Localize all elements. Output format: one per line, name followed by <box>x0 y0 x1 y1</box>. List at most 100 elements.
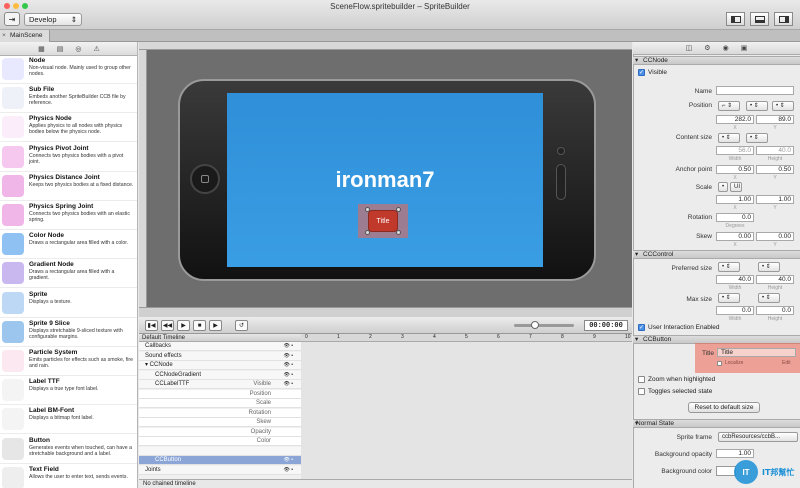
visibility-eye-icon[interactable]: 👁 • <box>284 361 294 370</box>
library-item-label-bm-font[interactable]: Label BM-Font Displays a bitmap font labe… <box>0 406 137 435</box>
toggles-selected-checkbox[interactable] <box>638 388 645 395</box>
code-connections-icon[interactable]: ⚙ <box>704 44 710 52</box>
anchor-y-field[interactable]: 0.50 <box>756 165 794 174</box>
content-w-unit-popup[interactable]: • ⇕ <box>718 133 740 143</box>
scale-lock-popup[interactable]: • <box>718 182 728 192</box>
loop-button[interactable]: ↺ <box>235 320 248 331</box>
jump-start-button[interactable]: ▮◀ <box>145 320 158 331</box>
resize-handle[interactable] <box>365 230 370 235</box>
preferred-width-field[interactable]: 40.0 <box>716 275 754 284</box>
position-unit-popup[interactable]: • ⇕ <box>772 101 794 111</box>
exit-icon[interactable]: ⇥ <box>4 12 20 26</box>
timeline-zoom-slider[interactable] <box>514 324 574 327</box>
visibility-eye-icon[interactable]: 👁 • <box>284 371 294 380</box>
user-interaction-checkbox[interactable]: ✓ <box>638 324 645 331</box>
stop-button[interactable]: ■ <box>193 320 206 331</box>
background-opacity-field[interactable]: 1.00 <box>716 449 754 458</box>
timeline-row[interactable]: Callbacks 👁 • <box>139 342 301 351</box>
toggle-left-panel-button[interactable] <box>726 12 745 26</box>
play-button[interactable]: ▶ <box>177 320 190 331</box>
cccontrol-section-header[interactable]: CCControl <box>633 250 800 259</box>
library-item-sprite-9-slice[interactable]: Sprite 9 Slice Displays stretchable 9-sli… <box>0 319 137 347</box>
library-item-gradient-node[interactable]: Gradient Node Draws a rectangular area fi… <box>0 260 137 289</box>
timeline-row[interactable]: Opacity <box>139 427 301 437</box>
position-y-type-popup[interactable]: • ⇕ <box>746 101 768 111</box>
timeline-row[interactable]: Scale <box>139 399 301 408</box>
timeline-row[interactable]: Sound effects 👁 • <box>139 351 301 361</box>
library-item-particle-system[interactable]: Particle System Emits particles for effec… <box>0 348 137 376</box>
node-tab-icon[interactable]: ◎ <box>75 45 81 53</box>
library-item-sub-file[interactable]: Sub File Embeds another SpriteBuilder CCB… <box>0 85 137 114</box>
timeline-zoom-knob[interactable] <box>531 321 539 329</box>
properties-icon[interactable]: ◫ <box>686 44 693 52</box>
visible-checkbox[interactable]: ✓ <box>638 69 645 76</box>
physics-icon[interactable]: ◉ <box>723 44 729 52</box>
scale-x-field[interactable]: 1.00 <box>716 195 754 204</box>
skew-y-field[interactable]: 0.00 <box>756 232 794 241</box>
scale-ui-toggle[interactable]: UI <box>730 182 742 192</box>
visibility-eye-icon[interactable]: 👁 • <box>284 352 294 361</box>
max-width-field[interactable]: 0.0 <box>716 306 754 315</box>
toggle-bottom-panel-button[interactable] <box>750 12 769 26</box>
step-back-button[interactable]: ◀◀ <box>161 320 174 331</box>
chained-timeline-selector[interactable]: No chained timeline <box>139 479 632 488</box>
ccbutton-node[interactable]: Title <box>368 210 398 232</box>
library-item-node[interactable]: Node Non-visual node. Mainly used to grou… <box>0 56 137 84</box>
ironman7-label[interactable]: ironman7 <box>227 167 543 193</box>
visibility-eye-icon[interactable]: 👁 • <box>284 456 294 465</box>
rotation-field[interactable]: 0.0 <box>716 213 754 222</box>
visibility-eye-icon[interactable]: 👁 • <box>284 466 294 475</box>
preferred-h-unit-popup[interactable]: • ⇕ <box>758 262 780 272</box>
title-field[interactable]: Title <box>717 348 796 357</box>
tab-mainscene[interactable]: MainScene <box>0 30 50 42</box>
edit-link[interactable]: Edit <box>782 360 791 366</box>
timeline-row[interactable]: Joints 👁 • <box>139 465 301 475</box>
toggle-right-panel-button[interactable] <box>774 12 793 26</box>
sprite-frame-popup[interactable]: ccbResources/ccbB... <box>718 432 798 442</box>
library-item-physics-spring-joint[interactable]: Physics Spring Joint Connects two physics… <box>0 202 137 230</box>
timeline-row[interactable]: CCLabelTTF Visible 👁 • <box>139 380 301 389</box>
zoom-highlighted-checkbox[interactable] <box>638 376 645 383</box>
preferred-w-unit-popup[interactable]: • ⇕ <box>718 262 740 272</box>
timeline-row[interactable]: Skew <box>139 418 301 427</box>
library-item-color-node[interactable]: Color Node Draws a rectangular area fille… <box>0 231 137 260</box>
scale-y-field[interactable]: 1.00 <box>756 195 794 204</box>
resize-handle[interactable] <box>365 207 370 212</box>
step-forward-button[interactable]: ▶ <box>209 320 222 331</box>
timeline-row[interactable] <box>139 446 301 456</box>
library-item-button[interactable]: Button Generates events when touched, can… <box>0 436 137 464</box>
library-item-physics-node[interactable]: Physics Node Applies physics to all nodes… <box>0 114 137 143</box>
timeline-row[interactable]: Position <box>139 389 301 399</box>
timeline-keyframe-grid[interactable] <box>301 342 632 480</box>
position-x-field[interactable]: 282.0 <box>716 115 754 124</box>
timeline-row[interactable]: Color <box>139 437 301 446</box>
resize-handle[interactable] <box>396 207 401 212</box>
max-w-unit-popup[interactable]: • ⇕ <box>718 293 740 303</box>
warning-icon[interactable]: ⚠ <box>94 45 100 53</box>
position-x-type-popup[interactable]: ⌐ ⇕ <box>718 101 740 111</box>
position-y-field[interactable]: 89.0 <box>756 115 794 124</box>
library-item-physics-distance-joint[interactable]: Physics Distance Joint Keeps two physics … <box>0 173 137 201</box>
reset-default-size-button[interactable]: Reset to default size <box>688 402 760 413</box>
timeline-selector[interactable]: Default Timeline <box>139 334 301 342</box>
normal-state-section-header[interactable]: Normal State <box>633 419 800 428</box>
name-field[interactable] <box>716 86 794 95</box>
max-height-field[interactable]: 0.0 <box>756 306 794 315</box>
preferred-height-field[interactable]: 40.0 <box>756 275 794 284</box>
content-h-unit-popup[interactable]: • ⇕ <box>746 133 768 143</box>
templates-icon[interactable]: ▣ <box>741 44 748 52</box>
scheme-popup[interactable]: Develop ⇕ <box>24 13 82 26</box>
timeline-row[interactable]: CCNodeGradient 👁 • <box>139 370 301 380</box>
library-item-sprite[interactable]: Sprite Displays a texture. <box>0 290 137 318</box>
timeline-row[interactable]: CCButton 👁 • <box>139 456 301 465</box>
library-item-physics-pivot-joint[interactable]: Physics Pivot Joint Connects two physics … <box>0 144 137 172</box>
visibility-eye-icon[interactable]: 👁 • <box>284 380 294 389</box>
grid-icon[interactable]: ▤ <box>57 45 64 53</box>
localize-checkbox[interactable] <box>717 361 722 366</box>
anchor-x-field[interactable]: 0.50 <box>716 165 754 174</box>
skew-x-field[interactable]: 0.00 <box>716 232 754 241</box>
max-h-unit-popup[interactable]: • ⇕ <box>758 293 780 303</box>
timeline-row[interactable]: ▾ CCNode 👁 • <box>139 361 301 370</box>
visibility-eye-icon[interactable]: 👁 • <box>284 342 294 351</box>
resize-handle[interactable] <box>396 230 401 235</box>
